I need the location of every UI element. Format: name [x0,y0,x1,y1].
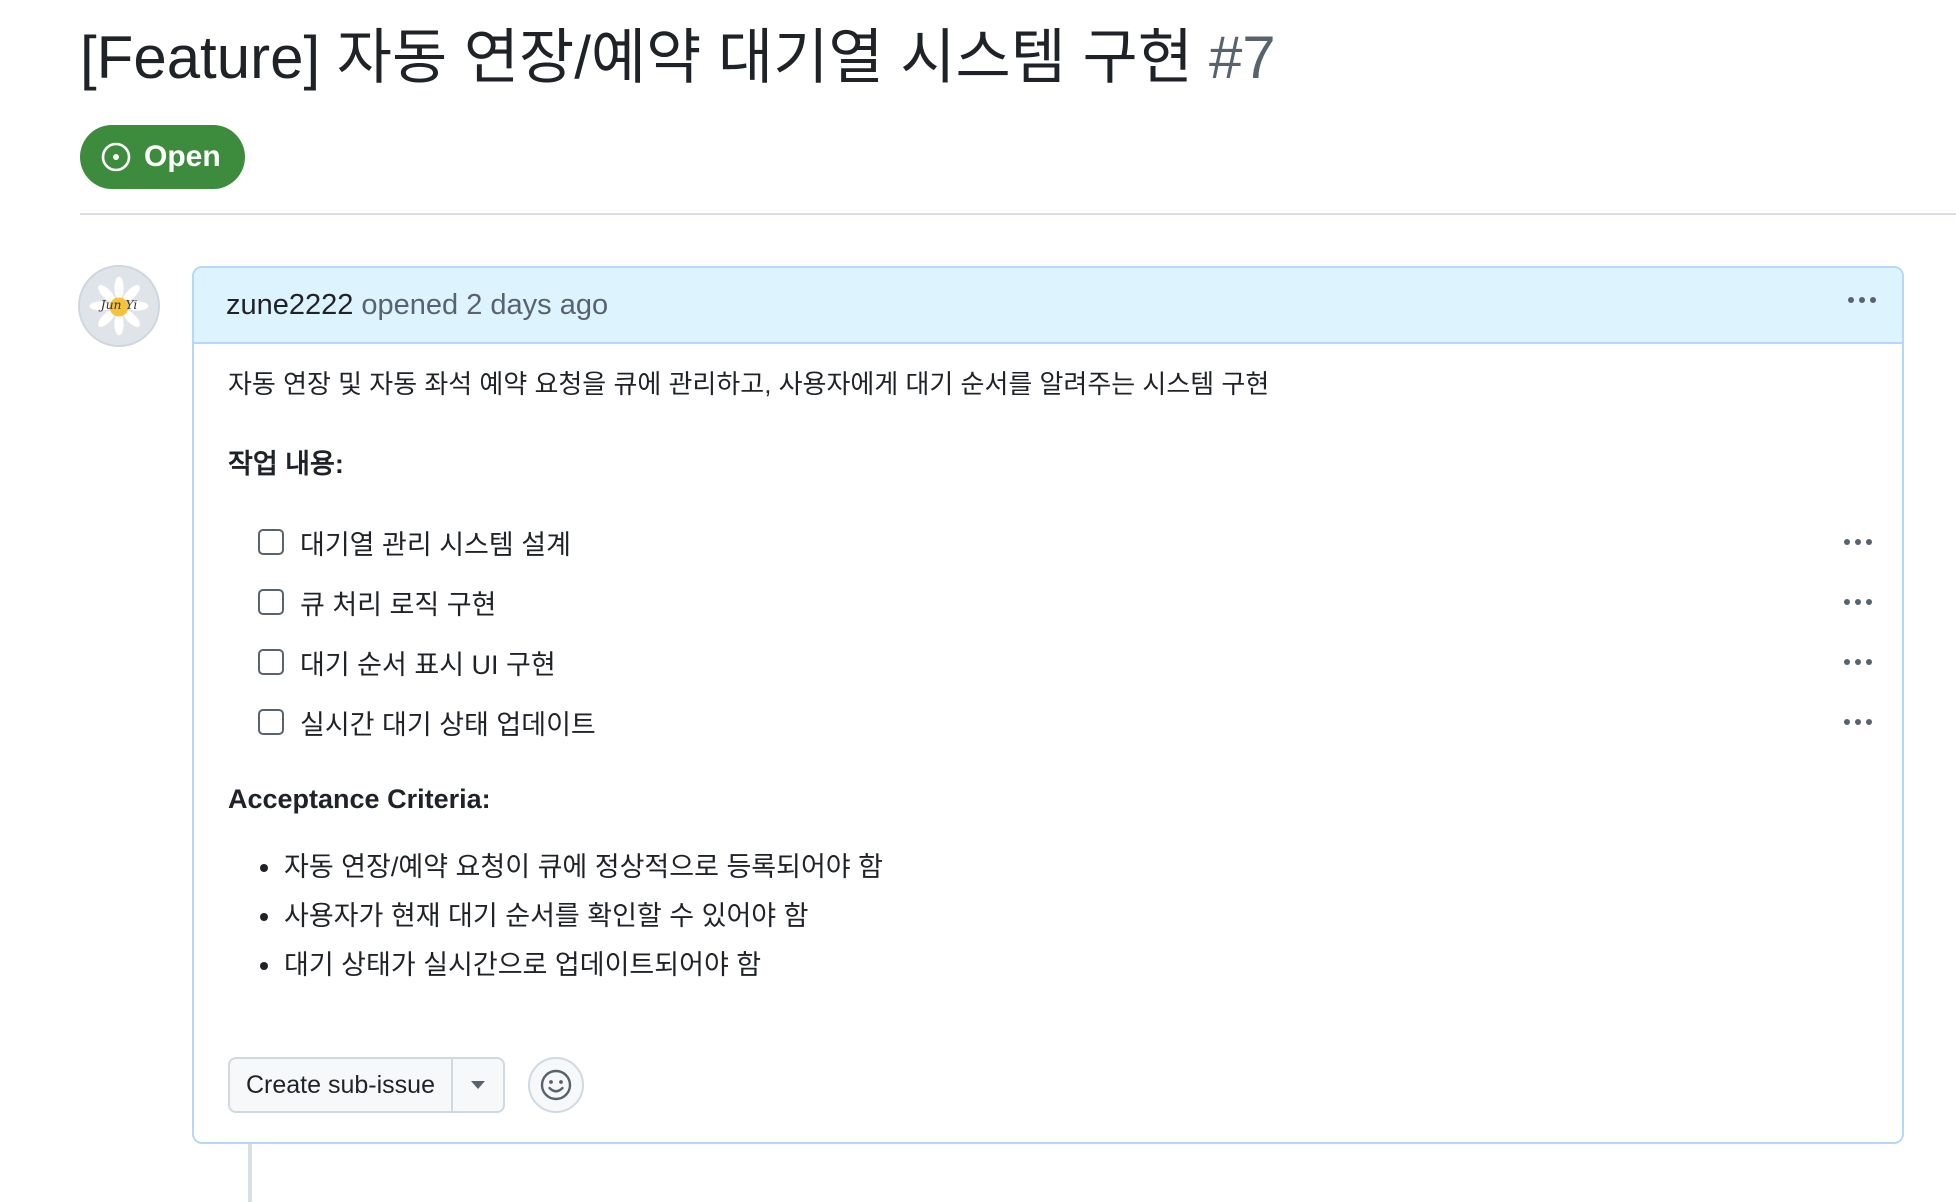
list-item: 자동 연장/예약 요청이 큐에 정상적으로 등록되어야 함 [258,843,883,892]
issue-number: #7 [1208,24,1276,91]
kebab-dot [1855,599,1861,605]
task-label: 실시간 대기 상태 업데이트 [300,709,596,740]
header-divider [80,213,1956,215]
kebab-dot [1855,719,1861,725]
kebab-horizontal-icon [1844,659,1850,665]
task-menu-button[interactable] [1838,532,1878,552]
kebab-dot [1866,599,1872,605]
issue-comment: zune2222 opened 2 days ago 자동 연장 및 자동 좌석… [192,266,1904,1144]
task-checkbox[interactable] [258,529,284,555]
kebab-dot [1859,297,1865,303]
tasks-heading: 작업 내용: [228,449,344,479]
task-menu-button[interactable] [1838,592,1878,612]
issue-title: [Feature] 자동 연장/예약 대기열 시스템 구현 #7 [80,18,1276,98]
task-item: 실시간 대기 상태 업데이트 [258,702,1902,742]
kebab-dot [1870,297,1876,303]
task-menu-button[interactable] [1838,652,1878,672]
timeline-line [248,1144,252,1202]
kebab-horizontal-icon [1844,539,1850,545]
task-menu-button[interactable] [1838,712,1878,732]
kebab-dot [1855,539,1861,545]
add-reaction-button[interactable] [528,1057,584,1113]
criteria-list: 자동 연장/예약 요청이 큐에 정상적으로 등록되어야 함 사용자가 현재 대기… [258,843,883,990]
task-checkbox[interactable] [258,589,284,615]
sub-issue-dropdown-button[interactable] [453,1059,503,1111]
issue-state-badge: Open [80,125,245,189]
avatar-flower-image: Jun Yi [80,267,158,345]
criteria-text: 자동 연장/예약 요청이 큐에 정상적으로 등록되어야 함 [284,852,883,882]
task-item: 대기 순서 표시 UI 구현 [258,642,1902,682]
kebab-dot [1866,539,1872,545]
create-sub-issue-button[interactable]: Create sub-issue [230,1059,453,1111]
smiley-icon [540,1069,572,1101]
sub-issue-button-group: Create sub-issue [228,1057,505,1113]
list-item: 사용자가 현재 대기 순서를 확인할 수 있어야 함 [258,892,883,941]
comment-header: zune2222 opened 2 days ago [194,268,1902,344]
criteria-text: 사용자가 현재 대기 순서를 확인할 수 있어야 함 [284,901,809,931]
task-item: 대기열 관리 시스템 설계 [258,522,1902,562]
kebab-horizontal-icon [1844,599,1850,605]
task-checkbox[interactable] [258,649,284,675]
issue-description: 자동 연장 및 자동 좌석 예약 요청을 큐에 관리하고, 사용자에게 대기 순… [228,369,1270,399]
issue-title-text: [Feature] 자동 연장/예약 대기열 시스템 구현 [80,24,1193,91]
task-checkbox[interactable] [258,709,284,735]
list-item: 대기 상태가 실시간으로 업데이트되어야 함 [258,941,883,990]
avatar[interactable]: Jun Yi [78,265,160,347]
author-link[interactable]: zune2222 [226,289,353,322]
task-label: 대기 순서 표시 UI 구현 [300,649,556,680]
task-label: 대기열 관리 시스템 설계 [300,529,571,560]
kebab-dot [1855,659,1861,665]
issue-opened-icon [101,142,131,172]
kebab-dot [1866,659,1872,665]
kebab-horizontal-icon [1848,297,1854,303]
criteria-text: 대기 상태가 실시간으로 업데이트되어야 함 [284,950,762,980]
task-label: 큐 처리 로직 구현 [300,589,497,620]
kebab-dot [1866,719,1872,725]
comment-menu-button[interactable] [1842,290,1882,310]
avatar-signature: Jun Yi [98,298,138,312]
issue-state-label: Open [144,140,221,173]
criteria-heading: Acceptance Criteria: [228,784,491,814]
kebab-horizontal-icon [1844,719,1850,725]
opened-timestamp: opened 2 days ago [361,288,609,321]
task-item: 큐 처리 로직 구현 [258,582,1902,622]
triangle-down-icon [470,1081,485,1089]
